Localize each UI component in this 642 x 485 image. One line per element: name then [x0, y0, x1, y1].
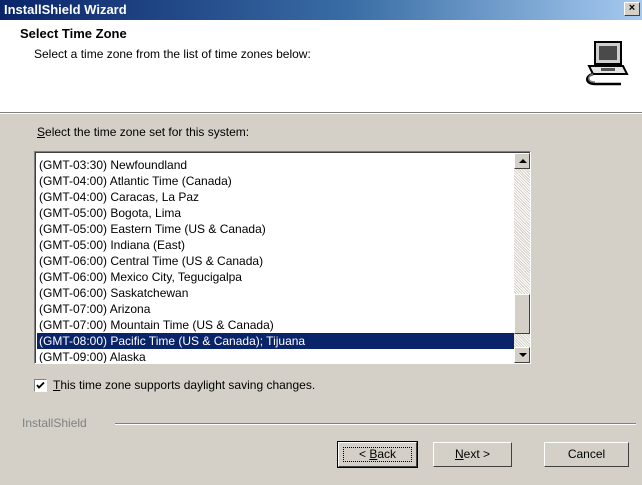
timezone-list-frame: (GMT-03:30) Newfoundland (GMT-04:00) Atla…: [35, 152, 530, 363]
list-scrollbar[interactable]: [514, 153, 530, 363]
cancel-button[interactable]: Cancel: [544, 442, 629, 467]
brand-label: InstallShield: [22, 416, 87, 430]
window-title: InstallShield Wizard: [4, 2, 127, 17]
page-title: Select Time Zone: [20, 26, 127, 41]
timezone-item[interactable]: (GMT-07:00) Mountain Time (US & Canada): [37, 317, 515, 333]
wizard-header: Select Time Zone Select a time zone from…: [0, 20, 642, 112]
focus-indicator: [343, 447, 412, 462]
timezone-list[interactable]: (GMT-03:30) Newfoundland (GMT-04:00) Atla…: [34, 151, 531, 364]
page-subtitle: Select a time zone from the list of time…: [34, 47, 311, 61]
timezone-prompt: Select the time zone set for this system…: [37, 125, 250, 139]
timezone-item[interactable]: (GMT-09:00) Alaska: [37, 349, 515, 363]
scroll-down-button[interactable]: [514, 347, 530, 363]
timezone-item[interactable]: (GMT-05:00) Indiana (East): [37, 237, 515, 253]
close-button[interactable]: ×: [624, 2, 640, 16]
timezone-item[interactable]: (GMT-03:30) Newfoundland: [37, 157, 515, 173]
timezone-item[interactable]: (GMT-08:00) Pacific Time (US & Canada); …: [37, 333, 515, 349]
daylight-saving-label: This time zone supports daylight saving …: [53, 378, 316, 392]
scroll-up-button[interactable]: [514, 153, 530, 169]
checkmark-icon: [36, 381, 45, 389]
down-arrow-icon: [519, 353, 527, 357]
back-button[interactable]: < Back: [337, 441, 418, 468]
timezone-item[interactable]: (GMT-05:00) Eastern Time (US & Canada): [37, 221, 515, 237]
timezone-item[interactable]: (GMT-06:00) Central Time (US & Canada): [37, 253, 515, 269]
scroll-thumb[interactable]: [514, 294, 530, 334]
timezone-items: (GMT-03:30) Newfoundland (GMT-04:00) Atla…: [37, 157, 515, 363]
timezone-item[interactable]: (GMT-06:00) Saskatchewan: [37, 285, 515, 301]
daylight-saving-checkbox[interactable]: [34, 379, 47, 392]
timezone-item[interactable]: (GMT-04:00) Atlantic Time (Canada): [37, 173, 515, 189]
next-button[interactable]: Next >: [433, 442, 512, 467]
computer-install-icon: [583, 38, 631, 86]
timezone-item[interactable]: (GMT-06:00) Mexico City, Tegucigalpa: [37, 269, 515, 285]
footer-divider: [115, 423, 636, 425]
timezone-item[interactable]: (GMT-07:00) Arizona: [37, 301, 515, 317]
close-icon: ×: [628, 2, 636, 14]
up-arrow-icon: [519, 159, 527, 163]
title-bar: InstallShield Wizard ×: [0, 0, 642, 20]
header-divider: [0, 112, 642, 114]
timezone-item[interactable]: (GMT-04:00) Caracas, La Paz: [37, 189, 515, 205]
timezone-item[interactable]: (GMT-05:00) Bogota, Lima: [37, 205, 515, 221]
